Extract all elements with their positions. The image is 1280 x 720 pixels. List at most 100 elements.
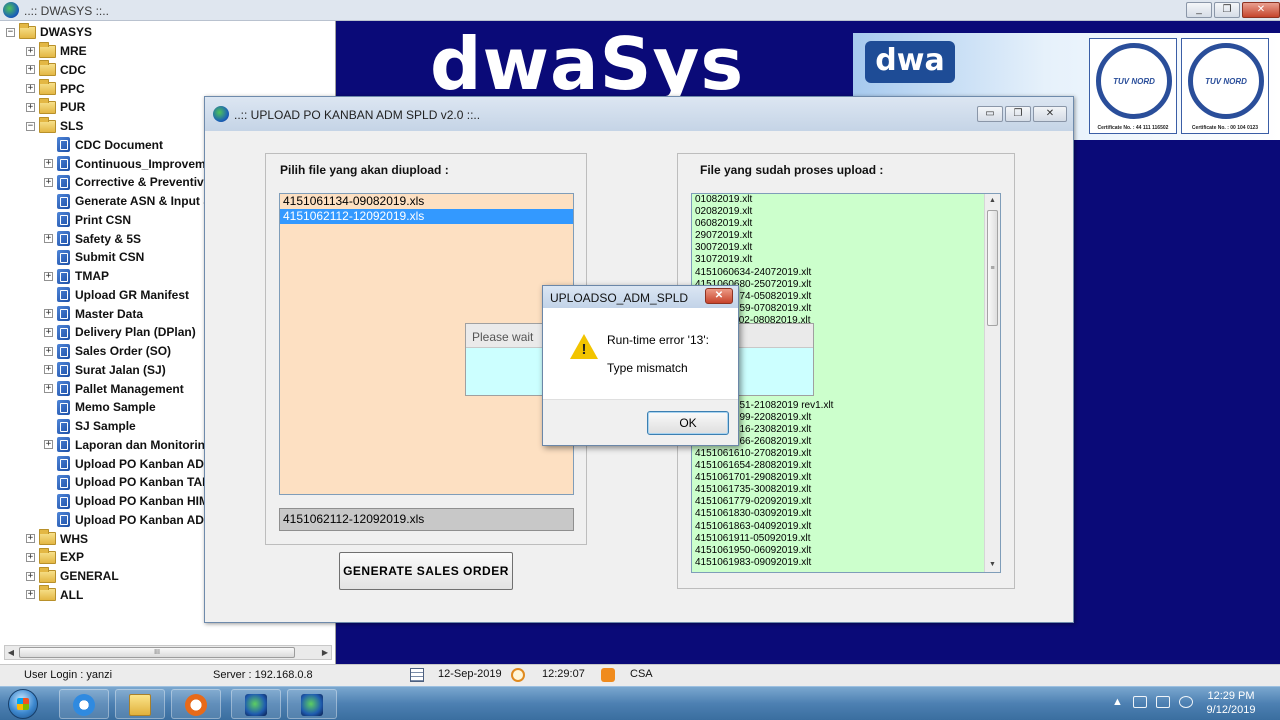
uploaded-file-item[interactable]: 4151061654-28082019.xlt [692,460,1000,472]
scroll-up-icon[interactable]: ▲ [985,194,1000,208]
tree-item[interactable]: + Safety & 5S [44,230,141,248]
tree-item[interactable]: Memo Sample [44,398,156,416]
restore-button[interactable]: ❐ [1214,2,1240,18]
selected-file-field[interactable]: 4151062112-12092019.xls [279,508,574,531]
tree-item[interactable]: − SLS [26,116,83,135]
generate-sales-order-button[interactable]: GENERATE SALES ORDER [339,552,513,590]
uploaded-file-item[interactable]: 4151061779-02092019.xlt [692,496,1000,508]
expand-icon[interactable]: + [44,365,53,375]
media-player-button[interactable] [171,689,221,719]
tree-item[interactable]: + Pallet Management [44,380,184,398]
uploaded-file-item[interactable]: 4151061610-27082019.xlt [692,448,1000,460]
expand-icon[interactable]: + [44,271,53,281]
minimize-button[interactable]: ▭ [977,106,1003,122]
scroll-right-icon[interactable]: ▶ [319,647,331,658]
tree-item[interactable]: + Laporan dan Monitoring [44,436,212,454]
minimize-button[interactable]: _ [1186,2,1212,18]
tree-item[interactable]: + MRE [26,41,87,60]
tree-item[interactable]: + GENERAL [26,566,119,585]
uploaded-file-item[interactable]: 4151060634-24072019.xlt [692,267,1000,279]
close-button[interactable]: ✕ [1033,106,1067,122]
expand-icon[interactable]: + [44,177,53,187]
uploaded-file-item[interactable]: 01082019.xlt [692,194,1000,206]
close-button[interactable]: ✕ [1242,2,1280,18]
internet-explorer-button[interactable] [59,689,109,719]
scroll-thumb[interactable]: ≡ [987,210,998,326]
uploaded-file-item[interactable]: 4151061830-03092019.xlt [692,508,1000,520]
expand-icon[interactable]: + [26,65,35,75]
tree-item[interactable]: Upload PO Kanban ADM [44,511,214,529]
expand-icon[interactable]: + [44,159,53,168]
taskbar-clock[interactable]: 12:29 PM 9/12/2019 [1196,689,1266,717]
tree-item[interactable]: + Master Data [44,305,143,323]
tree-item[interactable]: + Delivery Plan (DPlan) [44,323,196,341]
tree-item[interactable]: Upload GR Manifest [44,286,189,304]
tree-item[interactable]: Submit CSN [44,248,144,266]
tree-item[interactable]: + EXP [26,547,84,566]
expand-icon[interactable]: + [44,384,53,393]
restore-button[interactable]: ❐ [1005,106,1031,122]
upload-task-button[interactable] [287,689,337,719]
tree-horizontal-scrollbar[interactable]: ◀ III ▶ [4,645,332,660]
uploaded-file-item[interactable]: 4151061863-04092019.xlt [692,521,1000,533]
tree-item[interactable]: + Surat Jalan (SJ) [44,361,166,379]
action-center-flag-icon[interactable] [1133,696,1147,708]
uploaded-file-item[interactable]: 4151061735-30082019.xlt [692,484,1000,496]
volume-muted-icon[interactable] [1179,696,1193,708]
tree-item[interactable]: CDC Document [44,136,163,154]
tree-root[interactable]: − DWASYS [6,22,92,41]
uploaded-file-item[interactable]: 31072019.xlt [692,254,1000,266]
collapse-icon[interactable]: − [26,121,35,131]
show-hidden-icons[interactable]: ▲ [1112,696,1123,708]
uploaded-file-item[interactable]: 4151061983-09092019.xlt [692,557,1000,569]
expand-icon[interactable]: + [44,440,53,450]
expand-icon[interactable]: + [44,309,53,318]
expand-icon[interactable]: + [26,590,35,600]
uploaded-file-item[interactable]: 4151061911-05092019.xlt [692,533,1000,545]
expand-icon[interactable]: + [26,534,35,543]
tree-item[interactable]: Upload PO Kanban TAM [44,473,212,491]
scroll-left-icon[interactable]: ◀ [5,647,17,658]
uploaded-file-item[interactable]: 4151061950-06092019.xlt [692,545,1000,557]
uploaded-list-scrollbar[interactable]: ▲ ≡ ▼ [984,194,1000,572]
collapse-icon[interactable]: − [6,27,15,37]
expand-icon[interactable]: + [26,84,35,93]
tree-item[interactable]: + ALL [26,585,83,604]
expand-icon[interactable]: + [26,571,35,581]
tree-item[interactable]: + PPC [26,79,85,98]
upload-window-titlebar[interactable]: ..:: UPLOAD PO KANBAN ADM SPLD v2.0 ::..… [205,97,1073,131]
file-explorer-button[interactable] [115,689,165,719]
tree-item[interactable]: Print CSN [44,211,131,229]
uploaded-file-item[interactable]: 06082019.xlt [692,218,1000,230]
ok-button[interactable]: OK [647,411,729,435]
scroll-thumb[interactable]: III [19,647,295,658]
tree-item[interactable]: Generate ASN & Input SI [44,192,215,210]
tree-item[interactable]: + Corrective & Preventive [44,173,210,191]
scroll-down-icon[interactable]: ▼ [985,558,1000,572]
tree-item[interactable]: + PUR [26,97,85,116]
tree-item[interactable]: + CDC [26,60,86,79]
uploaded-file-item[interactable]: 29072019.xlt [692,230,1000,242]
source-file-item[interactable]: 4151061134-09082019.xls [280,194,573,209]
expand-icon[interactable]: + [44,346,53,356]
dwasys-task-button[interactable] [231,689,281,719]
tree-item[interactable]: + Continuous_Improvemen [44,155,220,173]
tree-item[interactable]: + TMAP [44,267,109,285]
start-button[interactable] [8,689,38,719]
error-dialog-titlebar[interactable]: UPLOADSO_ADM_SPLD ✕ [543,286,738,308]
network-icon[interactable] [1156,696,1170,708]
expand-icon[interactable]: + [26,552,35,562]
tree-item[interactable]: SJ Sample [44,417,136,435]
tree-item[interactable]: + Sales Order (SO) [44,342,171,360]
close-button[interactable]: ✕ [705,288,733,304]
uploaded-file-item[interactable]: 02082019.xlt [692,206,1000,218]
expand-icon[interactable]: + [26,102,35,112]
uploaded-file-item[interactable]: 4151061701-29082019.xlt [692,472,1000,484]
expand-icon[interactable]: + [44,234,53,243]
source-file-item[interactable]: 4151062112-12092019.xls [280,209,573,224]
tree-item[interactable]: + WHS [26,529,88,548]
uploaded-file-item[interactable]: 30072019.xlt [692,242,1000,254]
expand-icon[interactable]: + [26,46,35,56]
tree-item[interactable]: Upload PO Kanban ADP ( [44,455,219,473]
tree-item[interactable]: Upload PO Kanban HIM ( [44,492,216,510]
